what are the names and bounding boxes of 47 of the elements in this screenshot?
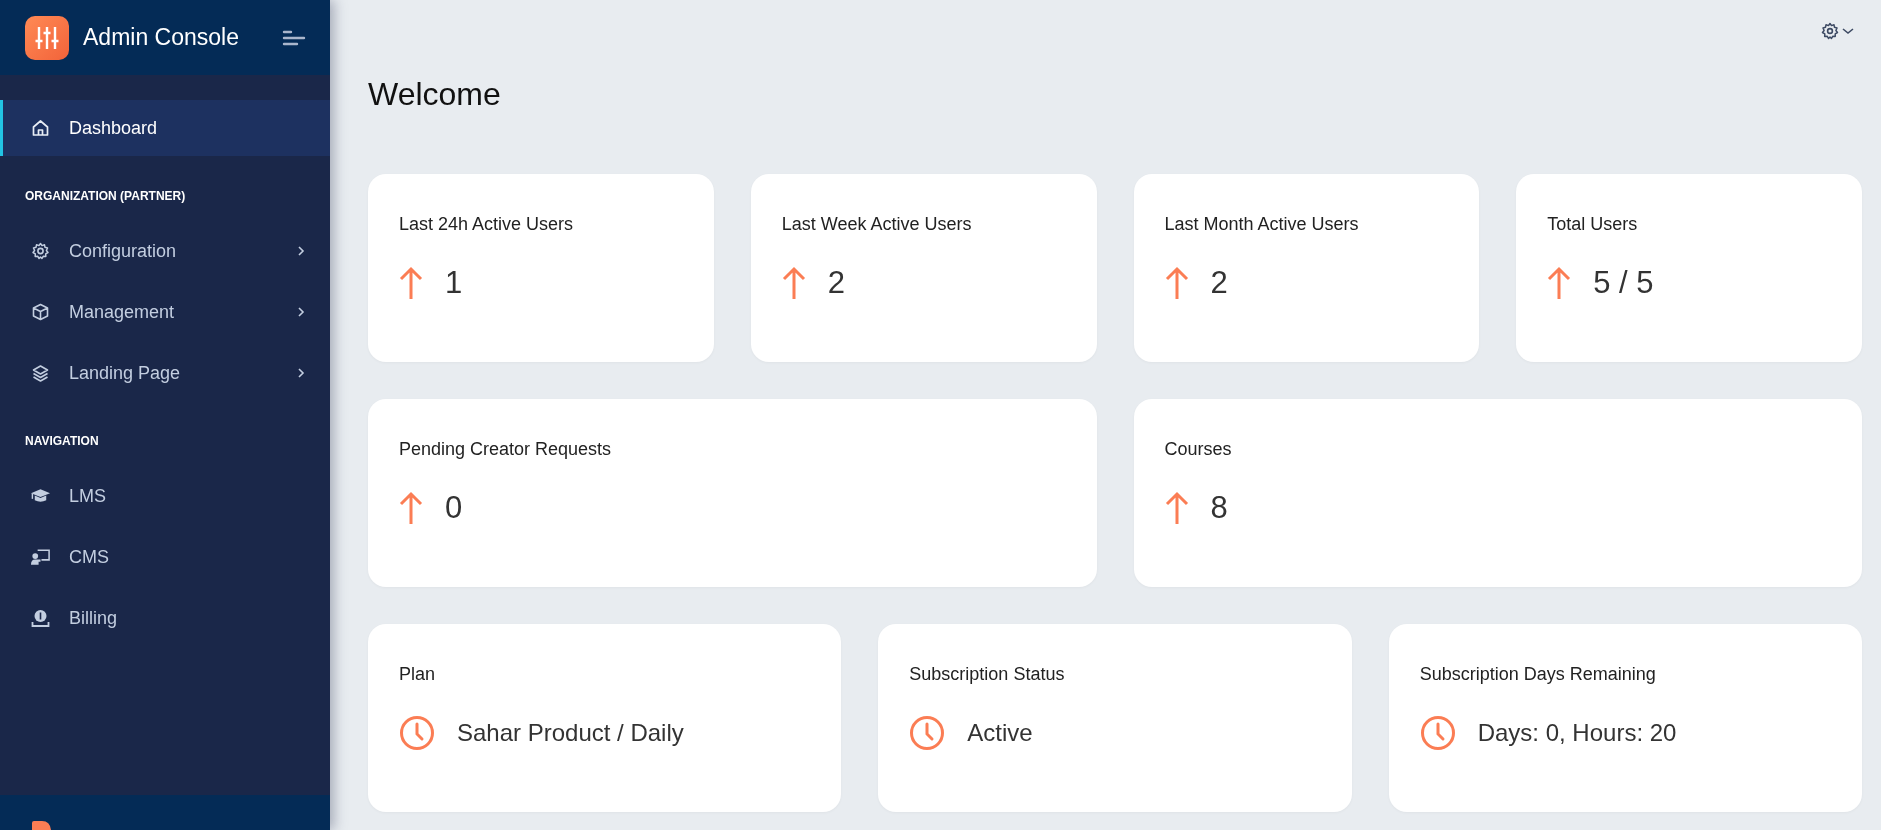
section-heading: NAVIGATION: [24, 433, 100, 450]
card-value: Sahar Product / Daily: [457, 719, 684, 747]
card-value: 1: [445, 265, 463, 301]
page-title: Welcome: [368, 76, 502, 113]
clock-icon: [909, 715, 946, 751]
sidebar-item[interactable]: Billing: [0, 590, 330, 646]
card-title: Courses: [1164, 439, 1233, 460]
presenter-icon: [30, 547, 51, 567]
sidebar-item[interactable]: Dashboard: [0, 100, 330, 156]
card-title: Last Week Active Users: [781, 214, 973, 235]
card-title: Total Users: [1547, 214, 1639, 235]
up-arrow-icon: [1164, 491, 1189, 525]
card-value: 8: [1210, 490, 1228, 526]
card-title: Subscription Status: [909, 664, 1066, 685]
app-title: Admin Console: [83, 24, 240, 51]
section-heading: ORGANIZATION (PARTNER): [24, 188, 187, 205]
clock-icon: [399, 715, 435, 751]
card-value: 2: [1210, 265, 1228, 301]
card-value: Days: 0, Hours: 20: [1477, 719, 1677, 747]
card-title: Last Month Active Users: [1164, 214, 1360, 235]
card-title: Last 24h Active Users: [399, 214, 575, 235]
settings-icon: [30, 241, 51, 261]
card-title: Subscription Days Remaining: [1419, 664, 1657, 685]
up-arrow-icon: [1164, 266, 1189, 300]
sidebar-item[interactable]: Landing Page: [0, 345, 330, 401]
card-value: Active: [967, 719, 1033, 747]
settings-button[interactable]: [1820, 21, 1854, 41]
up-arrow-icon: [1547, 266, 1572, 300]
layers-icon: [30, 363, 51, 383]
card-title: Pending Creator Requests: [399, 439, 613, 460]
menu-icon[interactable]: [282, 28, 306, 47]
up-arrow-icon: [399, 491, 423, 525]
card-value: 5 / 5: [1593, 265, 1654, 301]
cube-icon: [30, 302, 51, 322]
sidebar-item[interactable]: CMS: [0, 529, 330, 585]
caret-icon: [1842, 26, 1854, 36]
settings-icon: [1820, 21, 1840, 41]
sidebar-item[interactable]: Configuration: [0, 223, 330, 279]
card-value: 2: [827, 265, 845, 301]
sidebar-item[interactable]: Management: [0, 284, 330, 340]
card-value: 0: [445, 490, 463, 526]
card-title: Plan: [399, 664, 437, 685]
up-arrow-icon: [399, 266, 423, 300]
up-arrow-icon: [781, 266, 806, 300]
clock-icon: [1419, 715, 1456, 751]
home-icon: [30, 118, 51, 138]
sidebar-item[interactable]: LMS: [0, 468, 330, 524]
